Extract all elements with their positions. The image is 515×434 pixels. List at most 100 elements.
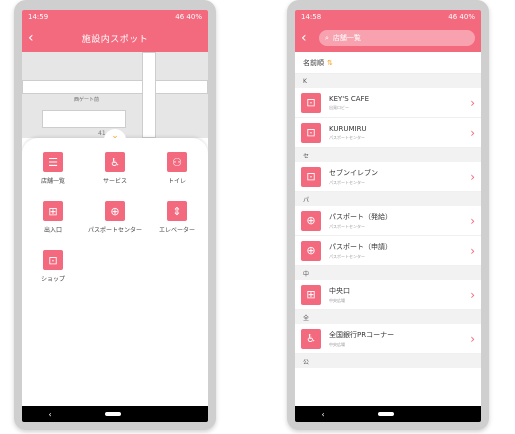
page-title: 施設内スポット xyxy=(81,34,149,45)
category-label: サービス xyxy=(102,178,127,185)
nav-home-icon[interactable] xyxy=(377,412,394,416)
list-item[interactable]: ⊡ セブンイレブン パスポートセンター › xyxy=(295,162,481,192)
nav-back-icon[interactable]: ‹ xyxy=(321,410,324,419)
list-item-name: KEY'S CAFE xyxy=(329,94,370,103)
list-item-text: KEY'S CAFE 出発ロビー xyxy=(329,95,470,111)
category-tile[interactable]: ☰ 店舗一覧 xyxy=(22,152,84,185)
list-item-name: 全国銀行PRコーナー xyxy=(329,330,395,339)
map-block xyxy=(42,110,126,128)
battery-signal-text: 46 40% xyxy=(448,13,475,21)
list-item-name: 中央口 xyxy=(329,286,350,295)
chevron-right-icon: › xyxy=(470,125,475,140)
chevron-right-icon: › xyxy=(470,331,475,346)
status-icons: 46 40% xyxy=(175,13,202,21)
service-person-icon: ♿ xyxy=(301,328,321,349)
list-item[interactable]: ⊡ KURUMIRU パスポートセンター › xyxy=(295,118,481,148)
phone-left: 14:59 46 40% ‹ 施設内スポット 西ゲート前 41 ⌄ ☰ 店舗一覧 ♿… xyxy=(14,0,216,430)
search-icon: ⌕ xyxy=(325,33,329,42)
list-item-location: パスポートセンター xyxy=(329,223,365,229)
status-icons: 46 40% xyxy=(448,13,475,21)
restroom-icon: ⚇ xyxy=(167,152,187,172)
elevator-icon: ⇕ xyxy=(167,201,187,221)
category-tile[interactable]: ⊕ パスポートセンター xyxy=(84,201,146,234)
android-nav-bar: ‹ xyxy=(22,406,208,422)
category-tile[interactable]: ⊡ ショップ xyxy=(22,250,84,283)
app-header: ‹ 施設内スポット xyxy=(22,24,208,52)
floor-map[interactable]: 西ゲート前 41 xyxy=(22,52,208,138)
section-header: パ xyxy=(295,192,481,206)
category-label: ショップ xyxy=(40,276,65,283)
map-road-horizontal xyxy=(22,80,208,94)
shopping-bag-icon: ⊡ xyxy=(301,122,321,143)
section-header: 公 xyxy=(295,354,481,368)
nav-home-icon[interactable] xyxy=(104,412,121,416)
list-item-text: 全国銀行PRコーナー 中央広場 xyxy=(329,330,470,348)
category-sheet: ⌄ ☰ 店舗一覧 ♿ サービス ⚇ トイレ ⊞ 出入口 ⊕ パスポートセンター ⇕ エレベーター ⊡ ショ… xyxy=(22,129,208,406)
section-header: K xyxy=(295,74,481,88)
category-label: パスポートセンター xyxy=(87,227,142,234)
list-item[interactable]: ⊕ パスポート（発給） パスポートセンター › xyxy=(295,206,481,236)
list-item-location: 出発ロビー xyxy=(329,104,349,110)
sort-label: 名前順 xyxy=(303,58,324,67)
phone-right: 14:58 46 40% ‹ ⌕ 店舗一覧 名前順 ⇅ K ⊡ KEY'S CAFE… xyxy=(287,0,489,430)
list-item-text: パスポート（発給） パスポートセンター xyxy=(329,212,470,230)
map-label: 西ゲート前 xyxy=(74,97,100,103)
list-item[interactable]: ⊕ パスポート（申請） パスポートセンター › xyxy=(295,236,481,266)
door-icon: ⊞ xyxy=(43,201,63,221)
chevron-right-icon: › xyxy=(470,213,475,228)
chevron-right-icon: › xyxy=(470,95,475,110)
service-person-icon: ♿ xyxy=(105,152,125,172)
passport-globe-icon: ⊕ xyxy=(105,201,125,221)
shopping-bag-icon: ⊡ xyxy=(301,92,321,113)
android-nav-bar: ‹ xyxy=(295,406,481,422)
battery-signal-text: 46 40% xyxy=(175,13,202,21)
search-input[interactable]: ⌕ 店舗一覧 xyxy=(319,30,475,46)
list-item-text: 中央口 中央広場 xyxy=(329,286,470,304)
category-tile[interactable]: ♿ サービス xyxy=(84,152,146,185)
list-icon: ☰ xyxy=(43,152,63,172)
nav-back-icon[interactable]: ‹ xyxy=(48,410,51,419)
spots-screen: 14:59 46 40% ‹ 施設内スポット 西ゲート前 41 ⌄ ☰ 店舗一覧 ♿… xyxy=(22,10,208,422)
chevron-right-icon: › xyxy=(470,243,475,258)
app-header: ‹ ⌕ 店舗一覧 xyxy=(295,24,481,52)
list-item-name: セブンイレブン xyxy=(329,168,378,177)
category-tile[interactable]: ⚇ トイレ xyxy=(146,152,208,185)
status-bar: 14:59 46 40% xyxy=(22,10,208,24)
status-bar: 14:58 46 40% xyxy=(295,10,481,24)
passport-globe-icon: ⊕ xyxy=(301,210,321,231)
sort-arrows-icon: ⇅ xyxy=(327,58,333,67)
category-label: トイレ xyxy=(167,178,186,185)
category-label: エレベーター xyxy=(158,227,195,234)
list-item-name: パスポート（申請） xyxy=(329,242,392,251)
category-grid: ☰ 店舗一覧 ♿ サービス ⚇ トイレ ⊞ 出入口 ⊕ パスポートセンター ⇕ エレベーター ⊡ ショップ xyxy=(22,152,208,283)
shop-list-screen: 14:58 46 40% ‹ ⌕ 店舗一覧 名前順 ⇅ K ⊡ KEY'S CAFE… xyxy=(295,10,481,422)
list-item-text: セブンイレブン パスポートセンター xyxy=(329,168,470,186)
shop-list: K ⊡ KEY'S CAFE 出発ロビー › ⊡ KURUMIRU パスポートセンター › セ ⊡ セ… xyxy=(295,74,481,368)
map-road-vertical xyxy=(142,52,156,138)
back-arrow-icon[interactable]: ‹ xyxy=(301,30,315,46)
list-item[interactable]: ⊡ KEY'S CAFE 出発ロビー › xyxy=(295,88,481,118)
list-item[interactable]: ♿ 全国銀行PRコーナー 中央広場 › xyxy=(295,324,481,354)
list-item-text: KURUMIRU パスポートセンター xyxy=(329,125,470,141)
category-label: 店舗一覧 xyxy=(40,178,65,185)
section-header: 中 xyxy=(295,266,481,280)
list-item-name: パスポート（発給） xyxy=(329,212,392,221)
chevron-right-icon: › xyxy=(470,169,475,184)
list-item[interactable]: ⊞ 中央口 中央広場 › xyxy=(295,280,481,310)
passport-globe-icon: ⊕ xyxy=(301,240,321,261)
section-header: セ xyxy=(295,148,481,162)
list-item-location: 中央広場 xyxy=(329,297,345,303)
list-item-text: パスポート（申請） パスポートセンター xyxy=(329,242,470,260)
list-item-location: パスポートセンター xyxy=(329,179,365,185)
category-tile[interactable]: ⇕ エレベーター xyxy=(146,201,208,234)
chevron-right-icon: › xyxy=(470,287,475,302)
shopping-bag-icon: ⊡ xyxy=(43,250,63,270)
category-label: 出入口 xyxy=(43,227,62,234)
search-text: 店舗一覧 xyxy=(332,34,361,42)
status-time: 14:58 xyxy=(301,13,322,21)
sort-control[interactable]: 名前順 ⇅ xyxy=(295,52,481,74)
category-tile[interactable]: ⊞ 出入口 xyxy=(22,201,84,234)
door-icon: ⊞ xyxy=(301,284,321,305)
list-item-location: パスポートセンター xyxy=(329,253,365,259)
status-time: 14:59 xyxy=(28,13,49,21)
